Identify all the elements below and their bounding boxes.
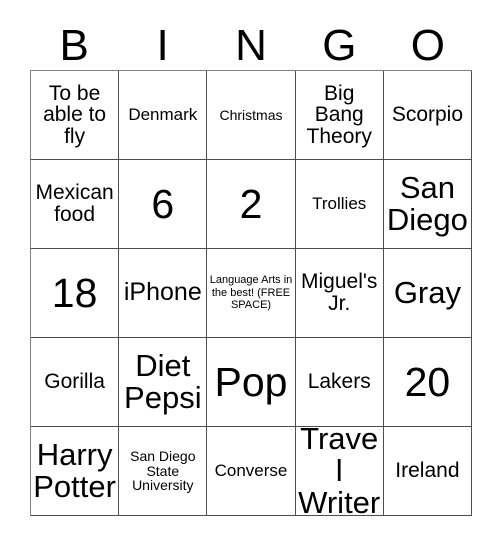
bingo-cell-label: Mexican food	[35, 181, 114, 226]
bingo-cell-label: Travel Writer	[298, 427, 381, 516]
bingo-cell-label: San Diego State University	[130, 448, 196, 494]
bingo-cell-label: Gray	[393, 275, 461, 311]
bingo-cell-label: Pop	[214, 358, 288, 405]
bingo-cell[interactable]: To be able to fly	[31, 71, 120, 160]
bingo-cell[interactable]: Denmark	[119, 71, 208, 160]
header-cell-i: I	[118, 10, 206, 70]
bingo-cell[interactable]: Big Bang Theory	[295, 71, 384, 160]
bingo-cell[interactable]: Ireland	[383, 427, 473, 516]
bingo-cell[interactable]: 18	[31, 249, 120, 338]
bingo-cell-label: Converse	[214, 461, 288, 481]
bingo-cell-free-space[interactable]: Language Arts in the best! (FREE SPACE)	[207, 249, 296, 338]
header-letter-n: N	[235, 21, 267, 70]
bingo-header: B I N G O	[30, 10, 472, 70]
bingo-cell-label: 18	[51, 269, 98, 316]
bingo-cell[interactable]: Pop	[207, 338, 296, 427]
bingo-cell[interactable]: Harry Potter	[31, 427, 120, 516]
bingo-cell[interactable]: Mexican food	[31, 160, 120, 249]
bingo-cell[interactable]: 6	[119, 160, 208, 249]
bingo-cell[interactable]: 20	[383, 338, 473, 427]
bingo-cell[interactable]: San Diego State University	[119, 427, 208, 516]
bingo-cell-label: San Diego	[386, 170, 468, 237]
bingo-cell-label: Gorilla	[44, 370, 105, 394]
bingo-cell-label: To be able to fly	[43, 81, 107, 148]
bingo-cell[interactable]: Diet Pepsi	[119, 338, 208, 427]
header-letter-g: G	[322, 21, 357, 70]
header-letter-b: B	[59, 21, 89, 70]
bingo-row: Gorilla Diet Pepsi Pop Lakers 20	[31, 338, 473, 427]
bingo-row: Harry Potter San Diego State University …	[31, 427, 473, 516]
bingo-cell[interactable]: Miguel's Jr.	[295, 249, 384, 338]
header-cell-o: O	[384, 10, 472, 70]
bingo-cell-label: Language Arts in the best! (FREE SPACE)	[209, 274, 293, 312]
bingo-cell[interactable]: Trollies	[295, 160, 384, 249]
bingo-cell-label: Trollies	[312, 194, 367, 214]
bingo-card: B I N G O To be able to fly Denmark Chri…	[30, 10, 473, 516]
bingo-cell-label: iPhone	[123, 278, 202, 307]
bingo-cell[interactable]: San Diego	[383, 160, 473, 249]
bingo-cell-label: Diet Pepsi	[124, 348, 202, 415]
bingo-cell[interactable]: Gray	[383, 249, 473, 338]
header-cell-b: B	[30, 10, 118, 70]
bingo-cell-label: Denmark	[128, 105, 198, 125]
bingo-cell-label: Harry Potter	[33, 437, 116, 504]
bingo-cell-label: Scorpio	[391, 103, 464, 127]
bingo-cell-label: Miguel's Jr.	[301, 270, 378, 315]
bingo-cell[interactable]: Converse	[207, 427, 296, 516]
header-letter-i: I	[156, 21, 169, 70]
bingo-cell-label: Ireland	[395, 459, 460, 483]
bingo-cell-label: Big Bang Theory	[306, 81, 372, 148]
bingo-cell[interactable]: 2	[207, 160, 296, 249]
bingo-cell-label: Lakers	[307, 370, 371, 394]
header-letter-o: O	[410, 21, 445, 70]
bingo-row: 18 iPhone Language Arts in the best! (FR…	[31, 249, 473, 338]
bingo-cell[interactable]: iPhone	[119, 249, 208, 338]
bingo-cell[interactable]: Lakers	[295, 338, 384, 427]
bingo-cell[interactable]: Christmas	[207, 71, 296, 160]
bingo-cell-label: 2	[239, 180, 263, 227]
bingo-grid: To be able to fly Denmark Christmas Big …	[30, 70, 473, 516]
bingo-cell-label: Christmas	[219, 106, 283, 123]
bingo-row: To be able to fly Denmark Christmas Big …	[31, 71, 473, 160]
bingo-cell-label: 20	[404, 358, 451, 405]
bingo-cell[interactable]: Gorilla	[31, 338, 120, 427]
bingo-cell[interactable]: Scorpio	[383, 71, 473, 160]
header-cell-g: G	[295, 10, 383, 70]
bingo-row: Mexican food 6 2 Trollies San Diego	[31, 160, 473, 249]
bingo-cell-label: 6	[151, 180, 175, 227]
header-cell-n: N	[207, 10, 295, 70]
bingo-cell[interactable]: Travel Writer	[295, 427, 384, 516]
